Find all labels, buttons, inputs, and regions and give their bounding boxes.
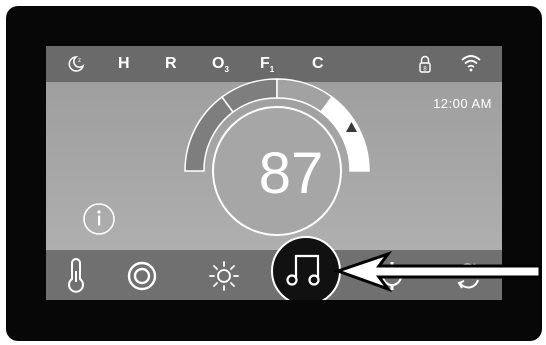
display-screen: z H R O3 F1 C 8 12:00 AM 87 [46,46,502,300]
music-button-selected[interactable] [46,46,502,300]
